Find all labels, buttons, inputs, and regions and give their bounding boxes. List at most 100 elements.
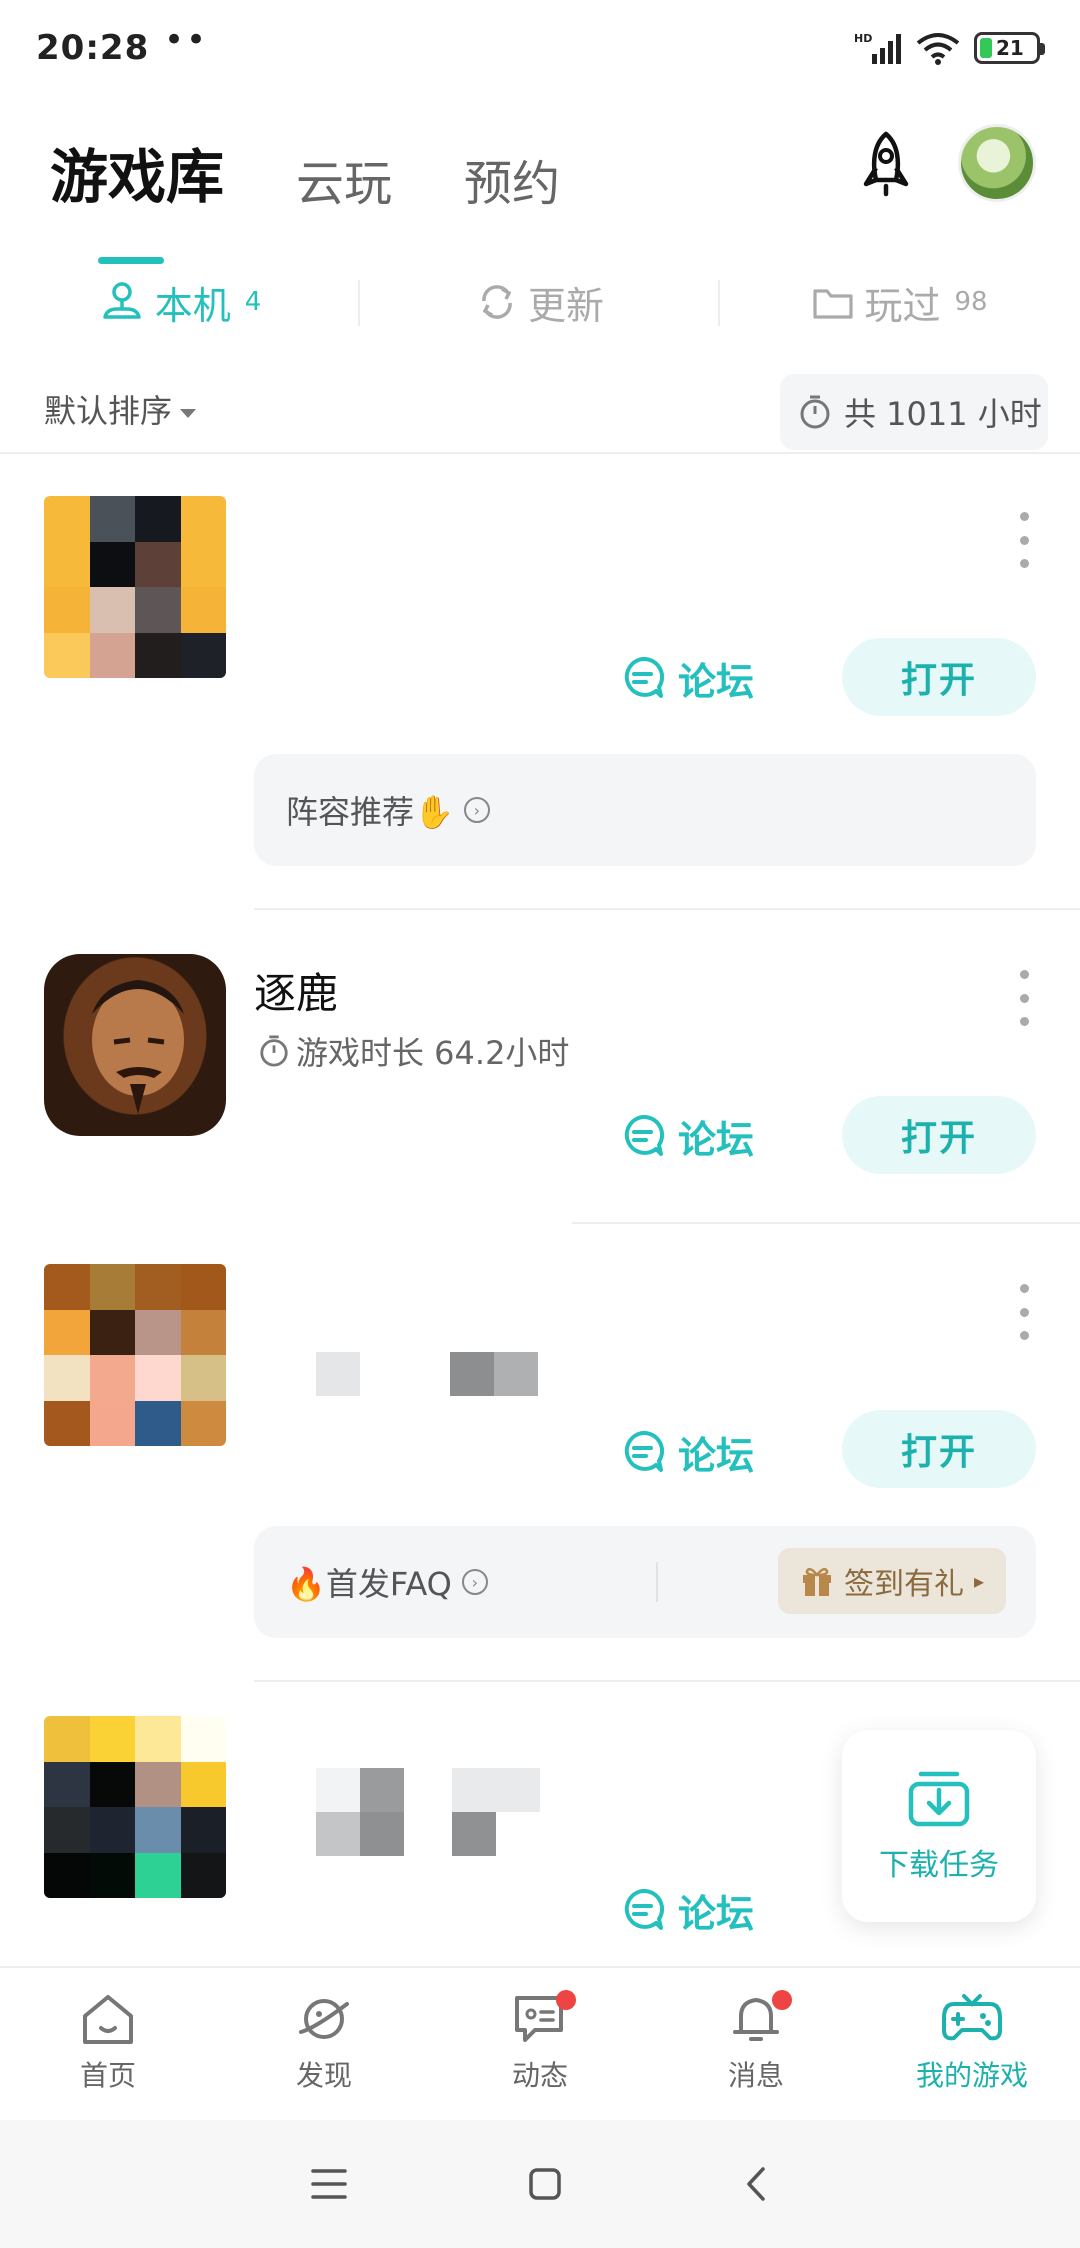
stopwatch-icon — [260, 1035, 288, 1067]
status-time: 20:28 — [36, 28, 150, 68]
forum-label: 论坛 — [678, 1117, 755, 1162]
folder-icon — [813, 289, 854, 319]
info-divider — [656, 1562, 658, 1602]
game-icon[interactable] — [44, 1716, 226, 1898]
forum-button[interactable]: 论坛 — [620, 646, 770, 710]
chat-bubble-icon — [624, 1430, 665, 1472]
tab-cloud-play[interactable]: 云玩 — [296, 144, 392, 214]
blurred-title — [452, 1812, 496, 1856]
subtab-local-count: 4 — [244, 287, 262, 317]
game-icon[interactable] — [44, 1264, 226, 1446]
chevron-right-circle-icon: › — [463, 797, 490, 823]
chat-bubble-icon — [624, 1888, 665, 1930]
sort-dropdown[interactable]: 默认排序 — [44, 386, 197, 432]
nav-my-games-label: 我的游戏 — [915, 2059, 1028, 2092]
bottom-navigation: 首页 发现 动态 消息 我的游戏 — [0, 1966, 1080, 2118]
info-banner[interactable]: 阵容推荐✋ › — [254, 754, 1036, 866]
sort-label: 默认排序 — [44, 392, 173, 430]
info-banner-text: 🔥首发FAQ — [286, 1565, 452, 1603]
caret-right-icon: ▸ — [973, 1569, 984, 1593]
gamepad-icon — [942, 1994, 1002, 2041]
refresh-icon — [482, 285, 512, 319]
game-title: 逐鹿 — [254, 969, 339, 1018]
stopwatch-icon — [800, 395, 830, 429]
forum-label: 论坛 — [678, 659, 755, 704]
signal-icon: HD — [854, 32, 901, 64]
tab-reservations[interactable]: 预约 — [464, 144, 560, 214]
back-icon[interactable] — [741, 2165, 771, 2203]
caret-down-icon — [180, 408, 197, 418]
total-hours: 共 1011 小时 — [844, 395, 1042, 433]
game-playtime: 游戏时长 64.2小时 — [258, 1028, 569, 1074]
download-tray-icon — [908, 1771, 970, 1827]
game-playtime-text: 游戏时长 64.2小时 — [296, 1034, 570, 1072]
game-item: 论坛 打开 🔥首发FAQ › 签到有礼 ▸ — [0, 1224, 1080, 1682]
home-icon — [83, 1995, 133, 2044]
blurred-title — [452, 1768, 540, 1812]
more-options-icon[interactable] — [1016, 970, 1032, 1026]
sub-tabs: 本机 4 更新 玩过 98 — [0, 262, 1080, 342]
menu-icon[interactable] — [309, 2167, 349, 2201]
blurred-title — [316, 1812, 360, 1856]
svg-text:HD: HD — [854, 32, 872, 45]
subtab-played[interactable]: 玩过 98 — [720, 262, 1080, 342]
subtab-updates[interactable]: 更新 — [360, 262, 720, 342]
nav-messages[interactable]: 消息 — [648, 1968, 864, 2118]
blurred-title — [316, 1352, 360, 1396]
subtab-local-label: 本机 — [154, 283, 231, 328]
open-game-button[interactable]: 打开 — [842, 638, 1036, 716]
nav-feed[interactable]: 动态 — [432, 1968, 648, 2118]
person-device-icon — [102, 282, 141, 319]
chat-bubble-icon — [624, 1114, 665, 1156]
info-banner-text: 阵容推荐✋ — [286, 793, 454, 831]
subtab-updates-label: 更新 — [527, 283, 604, 328]
nav-discover[interactable]: 发现 — [216, 1968, 432, 2118]
checkin-gift-button[interactable]: 签到有礼 ▸ — [777, 1548, 1006, 1614]
notification-badge — [556, 1990, 576, 2010]
more-options-icon[interactable] — [1016, 1284, 1032, 1340]
game-item: 论坛 打开 阵容推荐✋ › — [0, 452, 1080, 910]
subtab-played-label: 玩过 — [864, 283, 941, 328]
nav-home[interactable]: 首页 — [0, 1968, 216, 2118]
rocket-icon[interactable] — [848, 128, 924, 204]
forum-button[interactable]: 论坛 — [620, 1420, 770, 1484]
home-square-icon[interactable] — [527, 2166, 563, 2202]
chevron-right-circle-icon: › — [461, 1569, 488, 1595]
blurred-title — [494, 1352, 538, 1396]
top-tabs: 游戏库 云玩 预约 — [50, 130, 632, 264]
blurred-title — [316, 1768, 360, 1812]
more-options-icon[interactable] — [1016, 512, 1032, 568]
tab-game-library[interactable]: 游戏库 — [50, 130, 224, 264]
user-avatar[interactable] — [958, 124, 1036, 202]
battery-level: 21 — [996, 36, 1024, 60]
download-tasks-label: 下载任务 — [879, 1848, 999, 1883]
checkin-gift-label: 签到有礼 — [843, 1567, 964, 1602]
forum-button[interactable]: 论坛 — [620, 1878, 770, 1942]
gift-icon — [802, 1567, 831, 1596]
subtab-local[interactable]: 本机 4 — [0, 262, 360, 342]
nav-my-games[interactable]: 我的游戏 — [864, 1968, 1080, 2118]
game-icon[interactable] — [44, 496, 226, 678]
game-icon[interactable] — [44, 954, 226, 1136]
subtab-played-count: 98 — [954, 287, 988, 317]
system-navigation-bar — [0, 2120, 1080, 2248]
blurred-title — [360, 1812, 404, 1856]
notification-badge — [772, 1990, 792, 2010]
chat-bubble-icon — [624, 656, 665, 698]
nav-feed-label: 动态 — [511, 2059, 568, 2092]
planet-icon — [299, 1999, 349, 2039]
forum-label: 论坛 — [678, 1891, 755, 1936]
nav-messages-label: 消息 — [727, 2059, 784, 2092]
open-game-button[interactable]: 打开 — [842, 1410, 1036, 1488]
nav-discover-label: 发现 — [295, 2059, 352, 2092]
status-notification-dots: •• — [164, 20, 209, 60]
nav-home-label: 首页 — [79, 2059, 136, 2092]
blurred-title — [360, 1768, 404, 1812]
battery-icon: 21 — [974, 32, 1045, 64]
open-game-button[interactable]: 打开 — [842, 1096, 1036, 1174]
info-banner[interactable]: 🔥首发FAQ › 签到有礼 ▸ — [254, 1526, 1036, 1638]
sort-row: 默认排序 共 1011 小时 — [0, 374, 1080, 454]
game-item: 逐鹿 游戏时长 64.2小时 论坛 打开 — [0, 910, 1080, 1224]
forum-button[interactable]: 论坛 — [620, 1104, 770, 1168]
download-tasks-button[interactable]: 下载任务 — [842, 1730, 1036, 1922]
